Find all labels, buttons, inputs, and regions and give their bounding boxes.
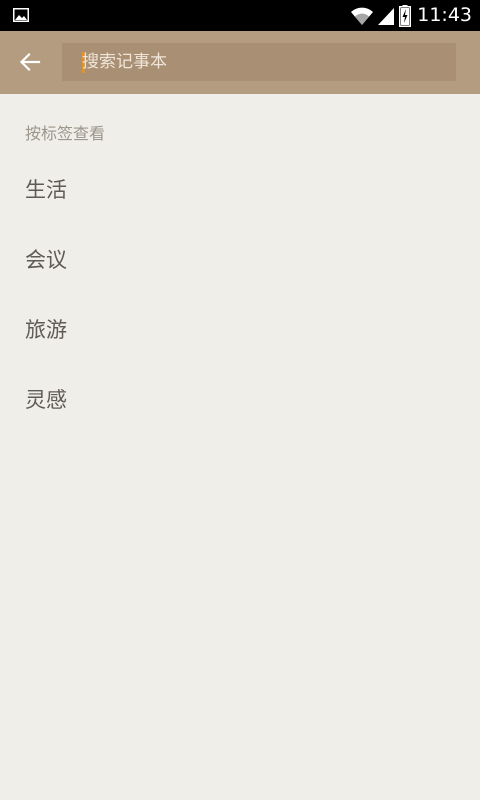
tag-list: 生活 会议 旅游 灵感 xyxy=(0,154,480,434)
search-input[interactable] xyxy=(82,43,442,81)
gallery-icon xyxy=(13,8,29,22)
back-button[interactable] xyxy=(8,40,52,84)
arrow-left-icon xyxy=(19,52,41,72)
search-toolbar xyxy=(0,31,480,94)
wifi-icon xyxy=(351,7,374,25)
tag-item-meeting[interactable]: 会议 xyxy=(0,224,480,294)
section-header: 按标签查看 xyxy=(25,124,106,143)
tag-item-travel[interactable]: 旅游 xyxy=(0,294,480,364)
status-time: 11:43 xyxy=(417,4,472,26)
tag-item-inspiration[interactable]: 灵感 xyxy=(0,364,480,434)
search-box[interactable] xyxy=(62,43,456,81)
battery-charging-icon xyxy=(399,4,412,27)
status-bar: 11:43 xyxy=(0,0,480,31)
signal-icon xyxy=(378,7,395,25)
tag-item-life[interactable]: 生活 xyxy=(0,154,480,224)
status-icons: 11:43 xyxy=(350,0,472,31)
